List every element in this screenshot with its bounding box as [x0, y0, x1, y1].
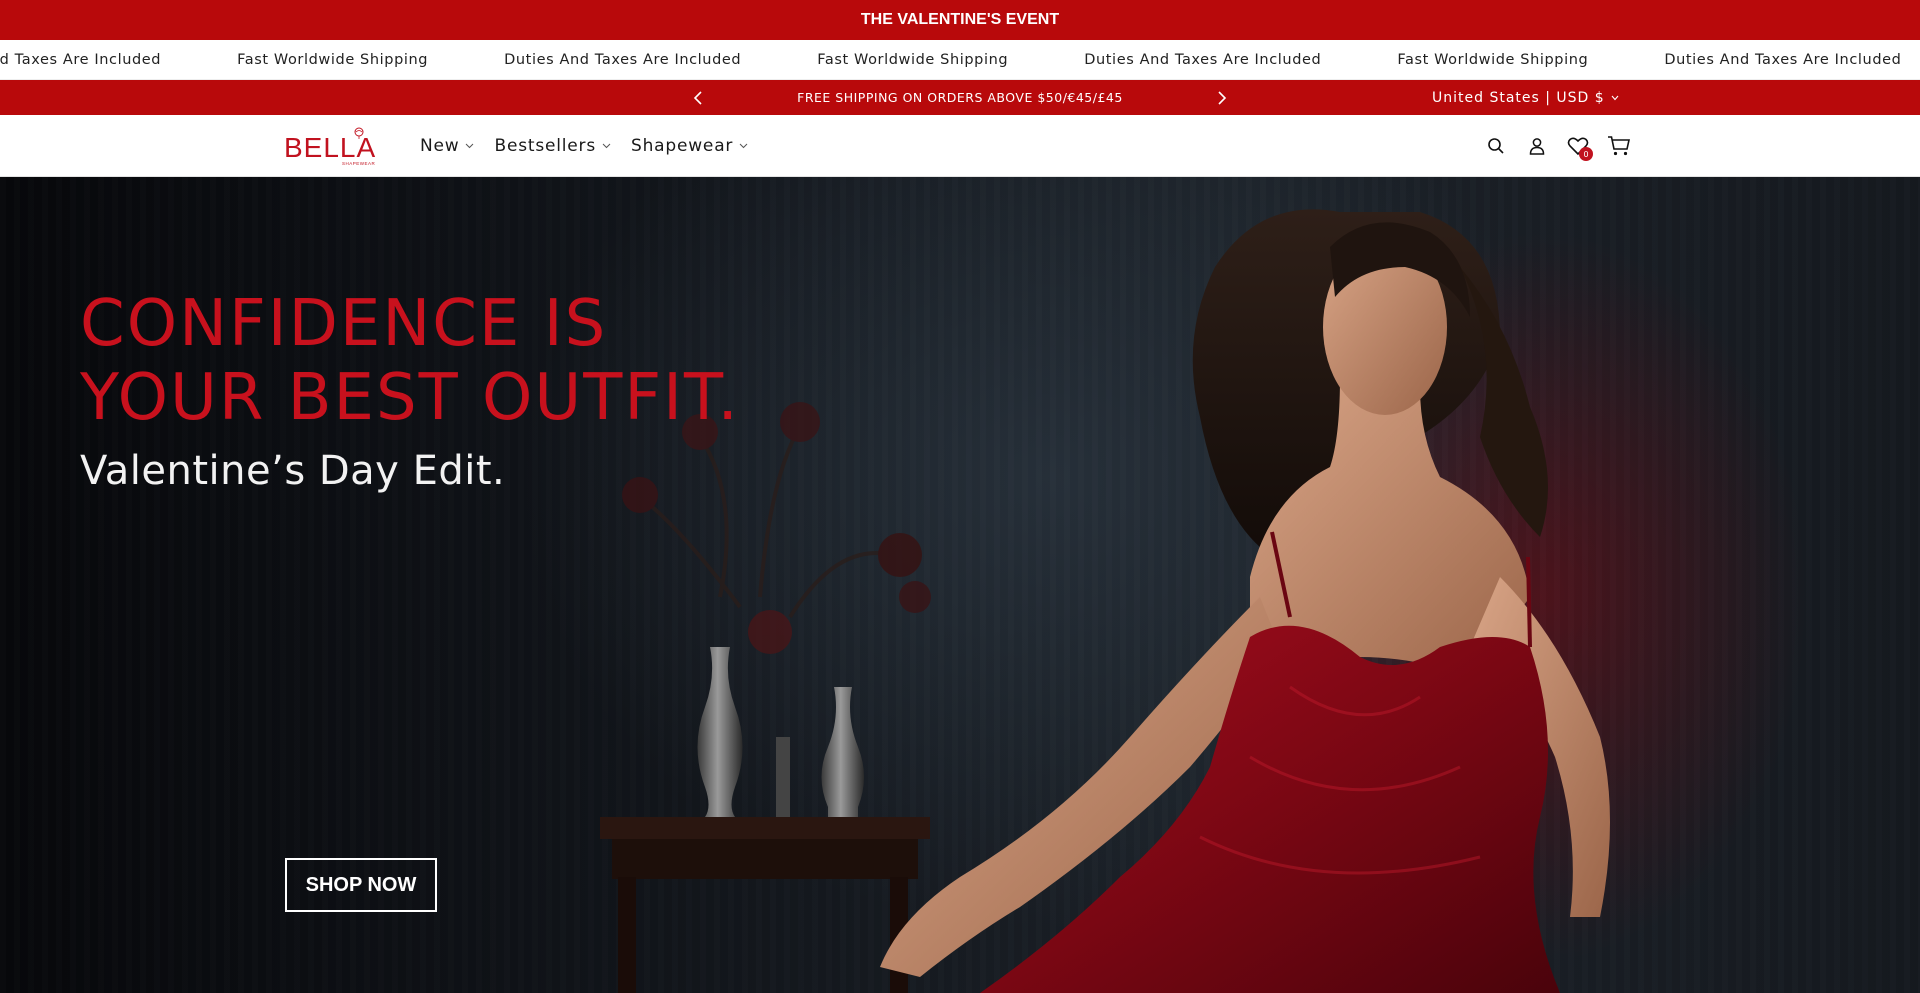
chevron-down-icon: [739, 143, 748, 149]
vases: [697, 647, 864, 817]
hero-subtitle: Valentine’s Day Edit.: [80, 448, 506, 494]
currency-selector[interactable]: United States | USD $: [1432, 80, 1619, 115]
announcement-prev-button[interactable]: [683, 80, 713, 115]
logo-subtext: SHAPEWEAR: [342, 161, 376, 166]
site-header: BELLA SHAPEWEAR New Bestsellers Shapewea…: [0, 115, 1920, 177]
marquee-item: Duties And Taxes Are Included: [1664, 52, 1902, 68]
nav-item-label: Shapewear: [631, 136, 734, 156]
brand-logo[interactable]: BELLA SHAPEWEAR: [284, 127, 388, 167]
marquee-item: Duties And Taxes Are Included: [504, 52, 742, 68]
search-icon: [1488, 138, 1504, 154]
announcement-bar: FREE SHIPPING ON ORDERS ABOVE $50/€45/£4…: [0, 80, 1920, 115]
logo-text: BELLA: [284, 132, 377, 163]
nav-item-label: Bestsellers: [494, 136, 596, 156]
search-button[interactable]: [1484, 134, 1508, 158]
shop-now-button[interactable]: SHOP NOW: [285, 858, 437, 912]
nav-item-label: New: [420, 136, 460, 156]
marquee-item: Fast Worldwide Shipping: [817, 52, 1009, 68]
nav-item-bestsellers[interactable]: Bestsellers: [494, 136, 611, 156]
event-bar[interactable]: THE VALENTINE'S EVENT: [0, 0, 1920, 40]
hero-title: CONFIDENCE IS YOUR BEST OUTFIT.: [80, 287, 840, 435]
marquee-item: Duties And Taxes Are Included: [0, 52, 162, 68]
chevron-down-icon: [466, 143, 474, 149]
announcement-text: FREE SHIPPING ON ORDERS ABOVE $50/€45/£4…: [797, 90, 1123, 105]
currency-label: United States | USD $: [1432, 89, 1605, 106]
marquee-item: Fast Worldwide Shipping: [237, 52, 429, 68]
event-bar-text[interactable]: THE VALENTINE'S EVENT: [861, 11, 1059, 29]
main-nav: New Bestsellers Shapewear: [420, 115, 748, 177]
account-button[interactable]: [1525, 134, 1549, 158]
header-actions: 0: [1484, 115, 1631, 177]
marquee-track: Duties And Taxes Are Included Fast World…: [0, 40, 1920, 79]
nav-item-shapewear[interactable]: Shapewear: [631, 136, 748, 156]
benefits-marquee: Duties And Taxes Are Included Fast World…: [0, 40, 1920, 80]
chevron-left-icon: [693, 90, 702, 105]
model-figure: [880, 209, 1610, 993]
chevron-down-icon: [602, 143, 611, 149]
announcement-next-button[interactable]: [1207, 80, 1237, 115]
marquee-item: Duties And Taxes Are Included: [1084, 52, 1322, 68]
wishlist-button[interactable]: 0: [1566, 134, 1593, 161]
roses: [622, 402, 931, 654]
wishlist-count-badge: 0: [1579, 147, 1593, 161]
chevron-right-icon: [1218, 90, 1227, 105]
marquee-item: Fast Worldwide Shipping: [1397, 52, 1589, 68]
hero-title-line: YOUR BEST OUTFIT.: [80, 361, 740, 435]
cart-button[interactable]: [1607, 134, 1631, 158]
cart-icon: [1608, 136, 1630, 156]
hero-title-line: CONFIDENCE IS: [80, 287, 608, 361]
hero-banner[interactable]: CONFIDENCE IS YOUR BEST OUTFIT. Valentin…: [0, 177, 1920, 993]
nav-item-new[interactable]: New: [420, 136, 474, 156]
chevron-down-icon: [1611, 95, 1619, 100]
account-icon: [1529, 138, 1545, 155]
